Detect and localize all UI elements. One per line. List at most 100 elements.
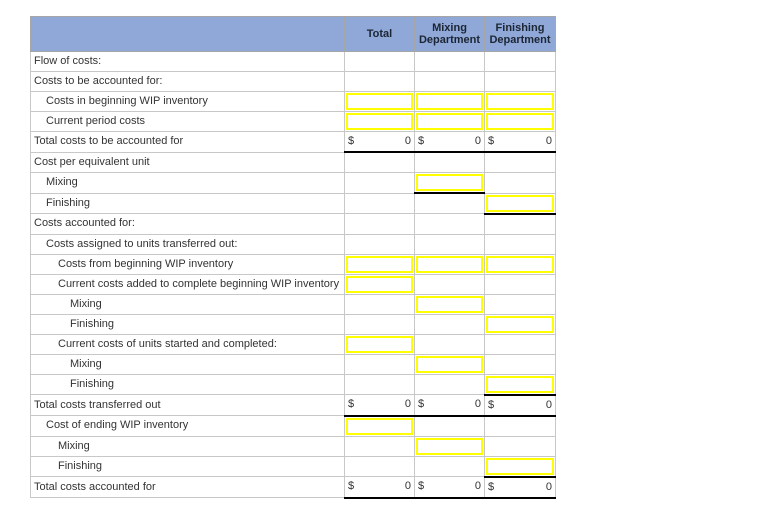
input-cell-total[interactable] (344, 415, 415, 437)
table-row: Mixing (30, 353, 556, 375)
empty-cell-mixing (414, 333, 485, 355)
table-body: Flow of costs: Costs to be accounted for:… (30, 51, 556, 499)
total-cell-finishing: $0 (484, 476, 556, 499)
input-cell-total[interactable] (344, 273, 415, 295)
entry-box[interactable] (486, 315, 554, 333)
empty-cell-total (344, 51, 415, 72)
table-row: Costs from beginning WIP inventory (30, 253, 556, 275)
table-row: Finishing (30, 313, 556, 335)
row-label-costs-accounted-for: Costs accounted for: (30, 213, 345, 235)
empty-cell-total (344, 71, 415, 92)
input-cell-finishing[interactable] (484, 373, 556, 396)
table-row: Current costs of units started and compl… (30, 333, 556, 355)
table-row: Mixing (30, 172, 556, 194)
entry-box[interactable] (346, 417, 413, 435)
total-value: 0 (474, 398, 481, 411)
empty-cell-mixing (414, 151, 485, 173)
table-row: Flow of costs: (30, 51, 556, 72)
entry-box[interactable] (486, 113, 554, 130)
entry-box[interactable] (486, 93, 554, 110)
row-label-finishing: Finishing (30, 373, 345, 395)
input-cell-total[interactable] (344, 111, 415, 132)
total-value: 0 (404, 398, 411, 411)
table-row: Cost of ending WIP inventory (30, 415, 556, 437)
empty-cell-finishing (484, 213, 556, 235)
entry-box[interactable] (416, 255, 483, 273)
row-label-total-costs-transferred-out: Total costs transferred out (30, 394, 345, 416)
header-cell-blank (30, 16, 345, 52)
empty-cell-mixing (414, 233, 485, 255)
empty-cell-finishing (484, 415, 556, 437)
empty-cell-mixing (414, 71, 485, 92)
input-cell-total[interactable] (344, 333, 415, 355)
entry-box[interactable] (416, 113, 483, 130)
input-cell-finishing[interactable] (484, 91, 556, 112)
entry-box[interactable] (346, 335, 413, 353)
input-cell-finishing[interactable] (484, 111, 556, 132)
currency-symbol: $ (348, 480, 355, 493)
input-cell-mixing[interactable] (414, 172, 485, 194)
empty-cell-finishing (484, 333, 556, 355)
entry-box[interactable] (346, 93, 413, 110)
header-row: Total Mixing Department Finishing Depart… (30, 16, 556, 52)
entry-box[interactable] (346, 255, 413, 273)
currency-symbol: $ (418, 135, 425, 147)
entry-box[interactable] (486, 457, 554, 475)
entry-box[interactable] (416, 174, 483, 191)
table-row: Current costs added to complete beginnin… (30, 273, 556, 295)
total-cell-finishing: $0 (484, 131, 556, 153)
row-label-current-costs-of-units-started-and-completed: Current costs of units started and compl… (30, 333, 345, 355)
header-mixing-line1: Mixing (432, 22, 467, 34)
entry-box[interactable] (486, 194, 554, 212)
cost-reconciliation-table: Total Mixing Department Finishing Depart… (30, 16, 556, 499)
empty-cell-finishing (484, 151, 556, 173)
empty-cell-total (344, 373, 415, 395)
currency-symbol: $ (488, 480, 495, 493)
entry-box[interactable] (416, 355, 483, 373)
input-cell-total[interactable] (344, 91, 415, 112)
input-cell-finishing[interactable] (484, 455, 556, 478)
row-label-costs-to-be-accounted-for: Costs to be accounted for: (30, 71, 345, 92)
row-label-costs-from-beginning-wip-inventory: Costs from beginning WIP inventory (30, 253, 345, 275)
input-cell-finishing[interactable] (484, 253, 556, 275)
empty-cell-mixing (414, 455, 485, 477)
empty-cell-mixing (414, 415, 485, 437)
row-label-flow-of-costs: Flow of costs: (30, 51, 345, 72)
entry-box[interactable] (346, 275, 413, 293)
empty-cell-total (344, 313, 415, 335)
entry-box[interactable] (346, 113, 413, 130)
empty-cell-mixing (414, 373, 485, 395)
input-cell-finishing[interactable] (484, 313, 556, 335)
total-cell-mixing: $0 (414, 476, 485, 499)
entry-box[interactable] (416, 93, 483, 110)
input-cell-total[interactable] (344, 253, 415, 275)
table-row: Costs accounted for: (30, 213, 556, 235)
entry-box[interactable] (486, 375, 554, 393)
input-cell-mixing[interactable] (414, 253, 485, 275)
empty-cell-finishing (484, 293, 556, 315)
input-cell-mixing[interactable] (414, 293, 485, 315)
input-cell-mixing[interactable] (414, 91, 485, 112)
entry-box[interactable] (486, 255, 554, 273)
entry-box[interactable] (416, 295, 483, 313)
header-cell-mixing-department: Mixing Department (414, 16, 485, 52)
input-cell-finishing[interactable] (484, 192, 556, 215)
row-label-finishing: Finishing (30, 192, 345, 214)
empty-cell-finishing (484, 435, 556, 457)
row-label-finishing: Finishing (30, 313, 345, 335)
table-row: Total costs accounted for $0 $0 $0 (30, 476, 556, 499)
input-cell-mixing[interactable] (414, 353, 485, 375)
empty-cell-total (344, 213, 415, 235)
header-cell-finishing-department: Finishing Department (484, 16, 556, 52)
total-cell-total: $0 (344, 476, 415, 499)
total-value: 0 (474, 135, 481, 147)
input-cell-mixing[interactable] (414, 435, 485, 457)
input-cell-mixing[interactable] (414, 111, 485, 132)
table-row: Finishing (30, 192, 556, 215)
total-value: 0 (404, 480, 411, 493)
empty-cell-mixing (414, 51, 485, 72)
header-finishing-line1: Finishing (495, 22, 545, 34)
row-label-costs-assigned-to-units-transferred-out: Costs assigned to units transferred out: (30, 233, 345, 255)
table-row: Cost per equivalent unit (30, 151, 556, 173)
entry-box[interactable] (416, 437, 483, 455)
